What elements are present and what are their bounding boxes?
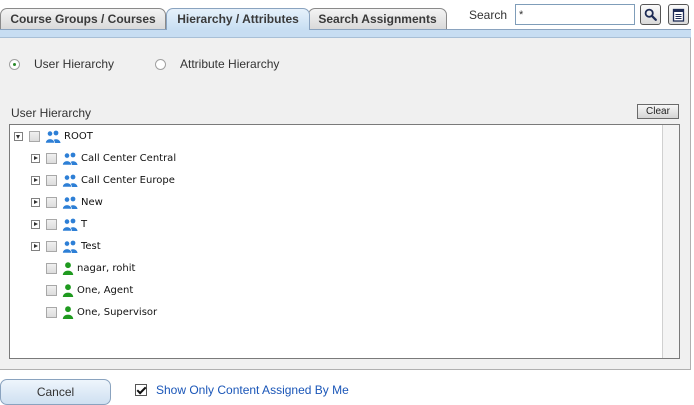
attribute-hierarchy-label: Attribute Hierarchy	[180, 57, 280, 71]
magnifier-icon	[644, 8, 657, 21]
user-group-icon	[62, 196, 78, 209]
tree-node-checkbox[interactable]	[46, 152, 57, 164]
show-only-assigned-label: Show Only Content Assigned By Me	[156, 383, 349, 397]
tree-node-checkbox[interactable]	[46, 196, 57, 208]
search-label: Search	[469, 8, 508, 22]
tree-node-checkbox[interactable]	[46, 240, 57, 252]
search-button[interactable]	[640, 4, 661, 25]
expand-icon[interactable]	[31, 197, 40, 207]
tab-strip	[0, 29, 691, 38]
tab-label: Course Groups / Courses	[10, 12, 156, 26]
user-hierarchy-radio[interactable]: User Hierarchy	[9, 57, 114, 71]
attribute-hierarchy-radio[interactable]: Attribute Hierarchy	[155, 57, 279, 71]
tree-node-test[interactable]: Test	[31, 239, 101, 253]
expand-icon[interactable]	[31, 153, 40, 163]
tree-node-label: Call Center Central	[81, 152, 177, 164]
user-icon	[62, 283, 74, 297]
radio-unselected-indicator	[155, 58, 166, 70]
tree-node-label: One, Agent	[77, 284, 134, 296]
search-results-button[interactable]	[668, 4, 689, 25]
tab-course-groups-courses[interactable]: Course Groups / Courses	[0, 8, 166, 30]
collapse-icon[interactable]	[14, 131, 23, 141]
user-group-icon	[62, 152, 78, 165]
tree-scrollbar[interactable]	[662, 125, 679, 358]
tree-node-checkbox[interactable]	[46, 306, 57, 318]
cancel-button[interactable]: Cancel	[0, 379, 111, 405]
user-icon	[62, 305, 74, 319]
search-input[interactable]	[515, 4, 635, 25]
notepad-icon	[672, 8, 685, 22]
user-hierarchy-label: User Hierarchy	[34, 57, 115, 71]
tab-label: Search Assignments	[318, 12, 437, 26]
user-icon	[62, 261, 74, 275]
expand-icon[interactable]	[31, 175, 40, 185]
hierarchy-panel: User Hierarchy Attribute Hierarchy User …	[0, 38, 691, 370]
tree-node-t[interactable]: T	[31, 217, 87, 231]
user-group-icon	[62, 174, 78, 187]
tree-node-nagar-rohit[interactable]: nagar, rohit	[46, 261, 135, 275]
tab-search-assignments[interactable]: Search Assignments	[308, 8, 447, 30]
tree-node-call-center-central[interactable]: Call Center Central	[31, 151, 176, 165]
checkbox-checked-indicator	[135, 384, 147, 396]
expand-icon[interactable]	[31, 241, 40, 251]
clear-button[interactable]: Clear	[637, 104, 679, 119]
tree-node-one-supervisor[interactable]: One, Supervisor	[46, 305, 157, 319]
tree-node-label: Test	[81, 240, 101, 252]
tree-node-label: Call Center Europe	[81, 174, 175, 186]
user-group-icon	[45, 130, 61, 143]
tree-node-root[interactable]: ROOT	[14, 129, 93, 143]
hierarchy-tree: ROOT Call Center Central Call Center Eur…	[9, 124, 680, 359]
user-group-icon	[62, 240, 78, 253]
tree-section-title: User Hierarchy	[11, 106, 92, 120]
tree-node-call-center-europe[interactable]: Call Center Europe	[31, 173, 175, 187]
tree-node-checkbox[interactable]	[46, 174, 57, 186]
tree-node-label: T	[81, 218, 88, 230]
tree-node-label: New	[81, 196, 103, 208]
tree-node-checkbox[interactable]	[29, 130, 40, 142]
tree-node-label: One, Supervisor	[77, 306, 158, 318]
show-only-assigned-checkbox[interactable]: Show Only Content Assigned By Me	[135, 383, 349, 397]
tree-node-one-agent[interactable]: One, Agent	[46, 283, 133, 297]
tree-node-checkbox[interactable]	[46, 284, 57, 296]
tab-hierarchy-attributes[interactable]: Hierarchy / Attributes	[166, 8, 310, 30]
tree-node-checkbox[interactable]	[46, 262, 57, 274]
tab-label: Hierarchy / Attributes	[177, 12, 299, 26]
tree-node-label: nagar, rohit	[77, 262, 136, 274]
tree-node-checkbox[interactable]	[46, 218, 57, 230]
expand-icon[interactable]	[31, 219, 40, 229]
radio-selected-indicator	[9, 58, 20, 70]
user-group-icon	[62, 218, 78, 231]
tree-node-label: ROOT	[64, 130, 93, 142]
tree-node-new[interactable]: New	[31, 195, 103, 209]
